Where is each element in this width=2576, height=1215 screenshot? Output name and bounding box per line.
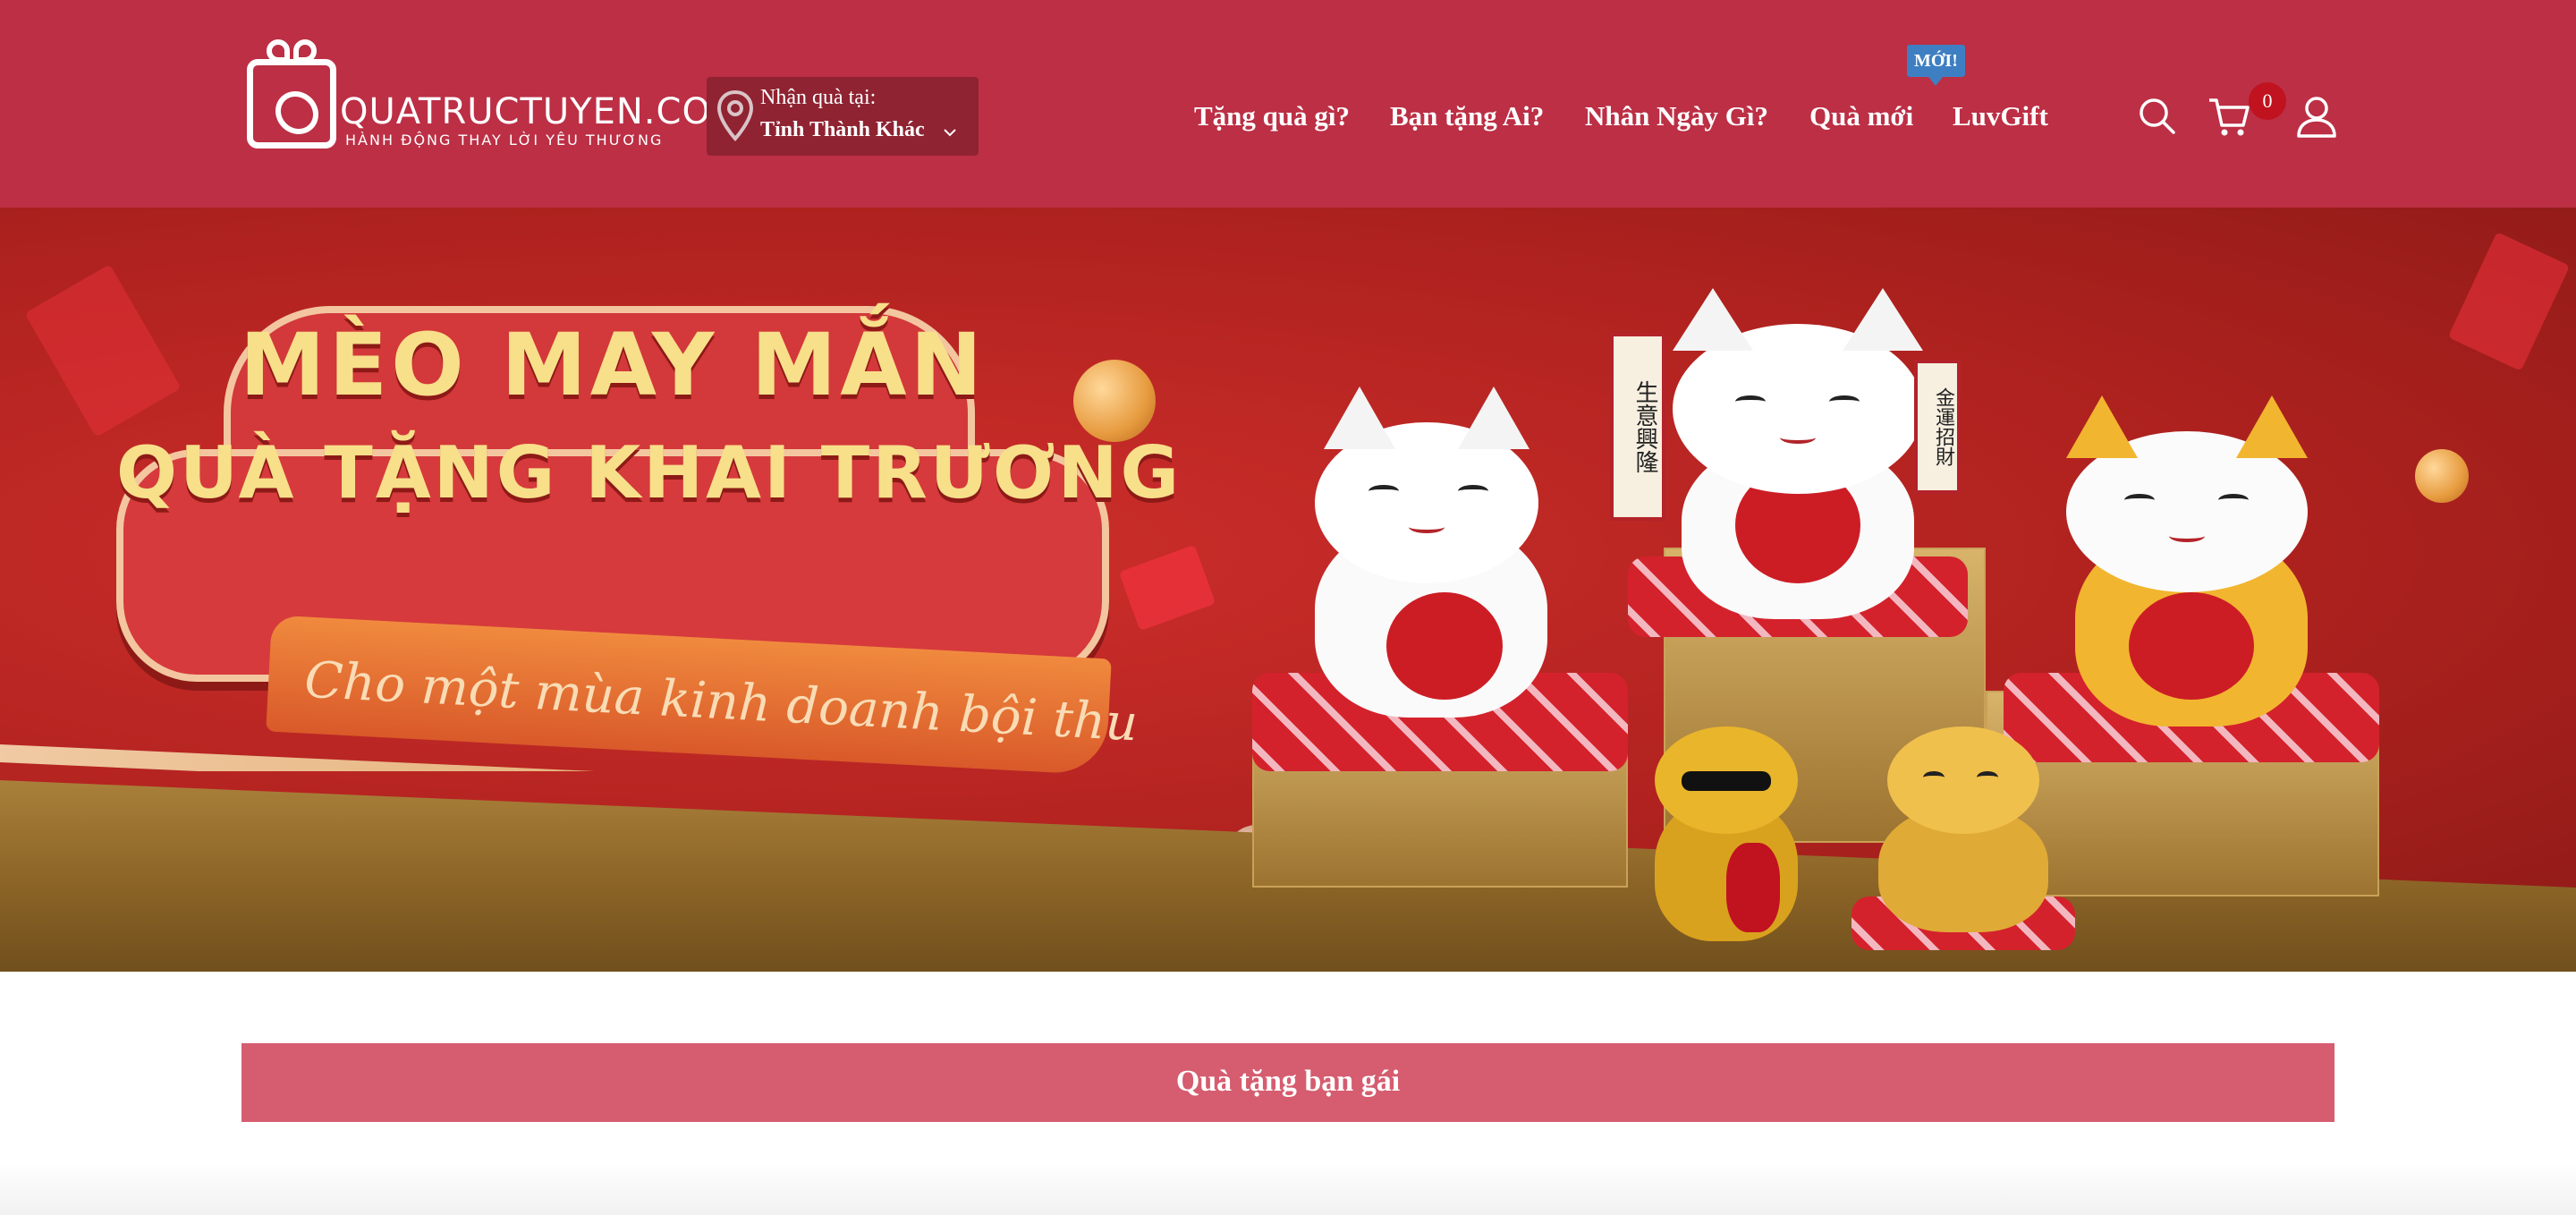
red-envelope-decoration [2447, 232, 2571, 371]
gift-box-icon [247, 59, 336, 149]
nav-nhan-ngay-gi[interactable]: Nhân Ngày Gì? [1585, 100, 1768, 136]
site-header: QUATRUCTUYEN.COM HÀNH ĐỘNG THAY LỜI YÊU … [0, 0, 2576, 208]
lucky-cat-white-left [1252, 387, 1628, 771]
nav-qua-moi[interactable]: Quà mới [1809, 100, 1913, 136]
gold-coin-decoration [2415, 449, 2469, 503]
site-logo[interactable]: QUATRUCTUYEN.COM HÀNH ĐỘNG THAY LỜI YÊU … [247, 39, 741, 156]
lucky-cat-gold-sunglasses [1628, 709, 1825, 941]
banner-title-line1: MÈO MAY MẮN [240, 315, 986, 415]
red-envelope-decoration [1118, 544, 1216, 632]
section-header-bar: Quà tặng bạn gái [242, 1043, 2334, 1122]
user-icon[interactable] [2293, 93, 2340, 140]
nav-ban-tang-ai[interactable]: Bạn tặng Ai? [1390, 100, 1544, 136]
lucky-cat-white-center [1628, 288, 1968, 646]
lucky-cat-gold-right [2004, 387, 2379, 771]
map-pin-icon [716, 89, 754, 141]
banner-title-line2: QUÀ TẶNG KHAI TRƯƠNG [116, 431, 1182, 514]
hero-banner[interactable]: MÈO MAY MẮN QUÀ TẶNG KHAI TRƯƠNG Cho một… [0, 208, 2576, 972]
new-badge: MỚI! [1907, 45, 1965, 86]
cart-count-badge: 0 [2249, 82, 2286, 120]
scroll-left: 生意興隆 [1610, 333, 1665, 521]
lucky-cat-gold-small [1852, 709, 2075, 959]
nav-tang-qua-gi[interactable]: Tặng quà gì? [1194, 100, 1350, 136]
search-icon[interactable] [2134, 93, 2181, 140]
chevron-down-icon [944, 129, 956, 137]
location-label: Nhận quà tại: [760, 86, 877, 109]
nav-luvgift[interactable]: LuvGift [1953, 100, 2048, 136]
logo-name: QUATRUCTUYEN.COM [340, 91, 743, 132]
location-value: Tỉnh Thành Khác [760, 118, 925, 141]
location-selector[interactable]: Nhận quà tại: Tỉnh Thành Khác [707, 77, 979, 156]
section-title: Quà tặng bạn gái [1175, 1065, 1401, 1098]
content-shadow [0, 1163, 2576, 1215]
logo-tagline: HÀNH ĐỘNG THAY LỜI YÊU THƯƠNG [345, 132, 664, 149]
cart-icon[interactable] [2206, 93, 2252, 140]
scroll-right: 金運招財 [1914, 360, 1961, 494]
